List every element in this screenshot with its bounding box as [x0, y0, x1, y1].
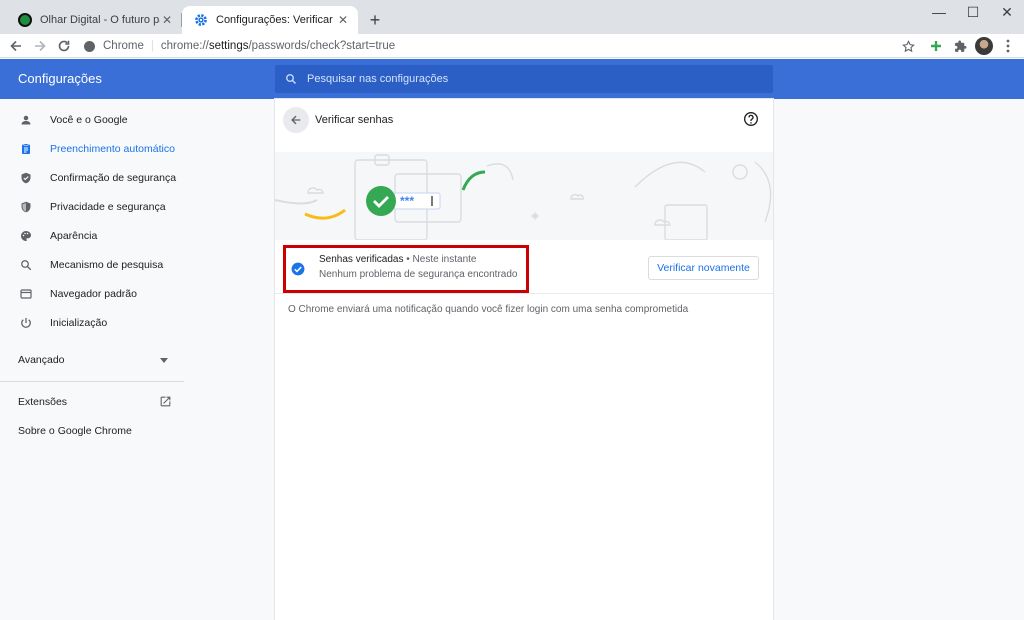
arrow-left-icon	[10, 40, 21, 52]
forward-nav-button[interactable]	[30, 36, 50, 56]
settings-search[interactable]	[275, 65, 773, 93]
sidebar-item-label: Confirmação de segurança	[50, 171, 177, 184]
tab-olhar-digital[interactable]: Olhar Digital - O futuro passa pri ✕	[6, 6, 182, 34]
reload-button[interactable]	[54, 36, 74, 56]
sidebar-extensions-link[interactable]: Extensões	[18, 396, 174, 408]
globe-icon	[18, 13, 32, 27]
shield-check-icon	[20, 172, 32, 184]
advanced-label: Avançado	[18, 354, 65, 366]
extensions-label: Extensões	[18, 396, 68, 408]
settings-header: Configurações	[0, 59, 1024, 99]
power-icon	[20, 317, 32, 329]
card-header: Verificar senhas	[275, 99, 773, 143]
settings-title: Configurações	[18, 71, 102, 86]
status-detail: Nenhum problema de segurança encontrado	[319, 269, 518, 280]
search-icon	[286, 74, 296, 84]
open-in-new-icon	[160, 396, 171, 407]
star-icon	[901, 39, 915, 52]
address-bar[interactable]: Chrome | chrome://settings/passwords/che…	[84, 35, 920, 57]
profile-avatar[interactable]	[975, 37, 993, 55]
clipboard-icon	[20, 143, 32, 155]
palette-icon	[20, 230, 32, 242]
row-divider	[275, 293, 773, 294]
sidebar-about-chrome-link[interactable]: Sobre o Google Chrome	[18, 425, 132, 437]
tab-strip: Olhar Digital - O futuro passa pri ✕ Con…	[0, 0, 1024, 34]
close-window-button[interactable]: ✕	[990, 0, 1024, 24]
recheck-button[interactable]: Verificar novamente	[648, 256, 759, 280]
illustration-art: ***	[275, 154, 772, 240]
puzzle-icon	[954, 40, 966, 52]
sidebar-item-privacidade-e-seguranca[interactable]: Privacidade e segurança	[0, 192, 184, 221]
plus-icon	[931, 41, 941, 51]
sidebar-item-label: Você e o Google	[50, 113, 128, 126]
tab-title: Olhar Digital - O futuro passa pri	[40, 14, 160, 26]
new-tab-button[interactable]: +	[364, 9, 386, 31]
sidebar-item-inicializacao[interactable]: Inicialização	[0, 308, 184, 337]
sidebar-item-label: Aparência	[50, 229, 98, 242]
sidebar-item-voce-e-o-google[interactable]: Você e o Google	[0, 105, 184, 134]
bookmark-star-button[interactable]	[898, 36, 918, 56]
chrome-site-icon	[84, 40, 95, 52]
status-title-text: Senhas verificadas	[319, 254, 404, 265]
sidebar-item-mecanismo-de-pesquisa[interactable]: Mecanismo de pesquisa	[0, 250, 184, 279]
illustration-password-text: ***	[400, 194, 414, 208]
arrow-left-icon	[291, 115, 301, 125]
url-text: chrome://settings/passwords/check?start=…	[160, 40, 396, 52]
shield-icon	[20, 201, 32, 213]
extension-plus-button[interactable]	[926, 36, 946, 56]
status-title: Senhas verificadas • Neste instante	[319, 254, 476, 265]
maximize-button[interactable]: ☐	[956, 0, 990, 24]
sidebar-item-label: Navegador padrão	[50, 287, 137, 300]
password-check-card: Verificar senhas *** Senhas verificadas …	[275, 99, 773, 620]
password-status-row: Senhas verificadas • Neste instante Nenh…	[275, 245, 773, 293]
close-tab-icon[interactable]: ✕	[336, 13, 350, 27]
sidebar-divider	[0, 381, 184, 382]
close-tab-icon[interactable]: ✕	[160, 13, 174, 27]
check-circle-icon	[291, 262, 305, 276]
reload-icon	[58, 40, 70, 52]
sidebar-item-preenchimento-automatico[interactable]: Preenchimento automático	[0, 134, 184, 163]
arrow-right-icon	[35, 40, 46, 52]
browser-toolbar: Chrome | chrome://settings/passwords/che…	[0, 34, 1024, 58]
gear-icon	[195, 14, 207, 26]
extensions-button[interactable]	[950, 36, 970, 56]
sidebar-item-label: Inicialização	[50, 316, 108, 329]
person-icon	[20, 114, 32, 126]
browser-icon	[20, 288, 32, 300]
origin-separator: |	[150, 40, 154, 52]
search-icon	[20, 259, 32, 271]
more-vert-icon	[1006, 39, 1010, 53]
help-icon[interactable]	[743, 111, 759, 127]
tab-configuracoes[interactable]: Configurações: Verificar senhas ✕	[182, 6, 358, 34]
minimize-button[interactable]: —	[922, 0, 956, 24]
sidebar-advanced-toggle[interactable]: Avançado	[18, 354, 172, 366]
sidebar-item-label: Mecanismo de pesquisa	[50, 258, 164, 271]
sidebar-item-confirmacao-de-seguranca[interactable]: Confirmação de segurança	[0, 163, 184, 192]
sidebar-item-label: Preenchimento automático	[50, 142, 175, 155]
status-time: • Neste instante	[403, 254, 477, 265]
password-check-illustration: ***	[275, 152, 773, 240]
settings-search-input[interactable]	[307, 73, 747, 85]
sidebar-item-aparencia[interactable]: Aparência	[0, 221, 184, 250]
origin-label: Chrome	[103, 40, 144, 52]
back-nav-button[interactable]	[6, 36, 26, 56]
caret-down-icon	[160, 358, 168, 363]
tab-title: Configurações: Verificar senhas	[216, 14, 336, 26]
settings-sidebar: Você e o Google Preenchimento automático…	[0, 99, 184, 620]
menu-button[interactable]	[998, 36, 1018, 56]
back-button[interactable]	[283, 107, 309, 133]
sidebar-item-label: Privacidade e segurança	[50, 200, 166, 213]
page-title: Verificar senhas	[315, 114, 394, 126]
breach-notice-text: O Chrome enviará uma notificação quando …	[288, 304, 689, 315]
sidebar-item-navegador-padrao[interactable]: Navegador padrão	[0, 279, 184, 308]
